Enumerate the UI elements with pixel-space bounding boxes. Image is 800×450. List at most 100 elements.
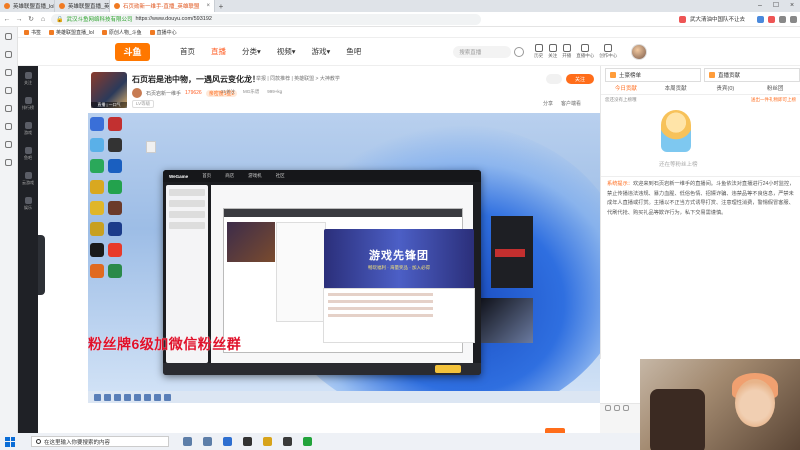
url-text: https://www.douyu.com/593192 [135, 16, 212, 22]
edge-icon[interactable] [223, 437, 232, 446]
bookmark-item[interactable]: 原创人物_斗鱼 [102, 29, 142, 36]
nav-category[interactable]: 分类▾ [242, 46, 261, 57]
sidebar-item-cloud[interactable]: 云游戏 [22, 172, 34, 186]
calendar-icon[interactable] [5, 141, 12, 148]
sidebar-item-game[interactable]: 游戏 [24, 122, 32, 136]
divider [601, 176, 800, 177]
history-icon[interactable] [5, 51, 12, 58]
mascot-caption: 还在等粉丝上榜 [659, 162, 698, 168]
back-icon[interactable]: ← [3, 16, 11, 23]
image-icon[interactable] [614, 405, 620, 411]
main-menu: 首页 直播 分类▾ 视频▾ 游戏▾ 鱼吧 [180, 46, 361, 57]
heart-icon [24, 72, 32, 79]
forward-icon[interactable]: → [15, 16, 23, 23]
browser-tab[interactable]: 英雄联盟直播_lol直播 [0, 0, 55, 12]
app-icon[interactable] [243, 437, 252, 446]
taskbar-icon [134, 393, 141, 401]
chair-shape [650, 389, 705, 450]
nav-game[interactable]: 游戏▾ [312, 46, 331, 57]
task-view-icon[interactable] [183, 437, 192, 446]
bookmark-item[interactable]: 直播中心 [150, 29, 177, 36]
windows-start-icon[interactable] [5, 436, 15, 447]
mascot-illustration [661, 110, 691, 152]
start-live-button[interactable]: 开播 [562, 44, 571, 59]
wegame-start-button [435, 365, 461, 373]
rank-gift-link[interactable]: 送出一件礼物即可上榜 [751, 97, 796, 103]
app-icon[interactable] [283, 437, 292, 446]
minimize-icon[interactable]: – [752, 0, 768, 12]
explorer-icon[interactable] [263, 437, 272, 446]
bookmark-item[interactable]: 书签 [24, 29, 41, 36]
douyu-logo[interactable]: 斗鱼 [115, 42, 150, 61]
live-center-button[interactable]: 直播中心 [576, 44, 594, 59]
sidebar-item-rank[interactable]: 排行榜 [22, 97, 34, 111]
close-tab-icon[interactable]: × [206, 3, 210, 9]
share-button[interactable]: 分享 [543, 100, 553, 107]
video-player[interactable]: WeGame 首页 商店 游戏机 社区 游戏先锋团 畅玩福利 · 海量奖品 · … [88, 113, 600, 403]
streamer-name[interactable]: 石页岩新一维手 [146, 90, 181, 97]
banner-title: 游戏先锋团 [369, 250, 429, 262]
rank-box[interactable]: 土豪榜单 [605, 68, 701, 82]
home-icon[interactable]: ⌂ [39, 16, 47, 23]
room-tags[interactable]: 举报 | 同款推荐 | 英雄联盟 > 大神教学 [256, 75, 340, 82]
list-icon[interactable] [5, 159, 12, 166]
sidebar-item-ent[interactable]: 娱乐 [24, 197, 32, 211]
desktop-icon [90, 243, 104, 257]
streamed-ad-panel [491, 216, 533, 288]
bag-icon[interactable] [5, 123, 12, 130]
desktop-icon [90, 117, 104, 131]
desktop-icon [108, 180, 122, 194]
contribution-box[interactable]: 直播贡献 [704, 68, 800, 82]
taskbar-icon [164, 393, 171, 401]
tab-vip[interactable]: 贵宾(0) [701, 84, 751, 94]
client-button[interactable]: 客户端看 [561, 100, 581, 107]
new-tab-button[interactable]: + [215, 0, 227, 12]
history-button[interactable]: 历史 [534, 44, 543, 59]
search-input[interactable]: 搜索直播 [453, 45, 512, 58]
search-icon[interactable] [5, 69, 12, 76]
lock-icon: 🔒 [56, 16, 64, 23]
wechat-icon[interactable] [303, 437, 312, 446]
sidebar-item-follow[interactable]: 关注 [24, 72, 32, 86]
app-icon[interactable] [203, 437, 212, 446]
emoji-icon[interactable] [605, 405, 611, 411]
follow-button[interactable]: 关注 [566, 74, 594, 84]
desktop-icon [90, 159, 104, 173]
user-avatar[interactable] [631, 43, 648, 60]
bookmark-item[interactable]: 英雄联盟直播_lol [49, 29, 94, 36]
search-icon[interactable] [514, 46, 525, 57]
menu-icon[interactable] [790, 15, 797, 23]
doc-icon[interactable] [5, 87, 12, 94]
nav-home[interactable]: 首页 [180, 46, 195, 57]
star-icon[interactable] [5, 33, 12, 40]
room-thumbnail[interactable]: 直播 | 一口气 [91, 72, 127, 108]
nav-yuba[interactable]: 鱼吧 [346, 46, 361, 57]
reload-icon[interactable]: ↻ [27, 15, 35, 23]
chat-icon[interactable] [5, 105, 12, 112]
weibo-icon[interactable] [678, 15, 686, 23]
tab-label: 英雄联盟直播_lol直播 [13, 4, 54, 10]
collapse-sidebar-button[interactable] [38, 235, 45, 295]
settings-icon[interactable] [623, 405, 629, 411]
tab-fans[interactable]: 粉丝团 [750, 84, 800, 94]
url-field[interactable]: 🔒 武汉斗鱼网络科技有限公司 https://www.douyu.com/593… [51, 13, 481, 25]
tab-today[interactable]: 今日贡献 [601, 84, 651, 94]
download-icon[interactable] [779, 15, 786, 23]
creator-center-button[interactable]: 创作中心 [599, 44, 617, 59]
chat-tools [605, 405, 629, 411]
streamer-avatar[interactable] [132, 88, 142, 98]
tab-week[interactable]: 本周贡献 [651, 84, 701, 94]
close-window-icon[interactable]: × [784, 0, 800, 12]
browser-tab-active[interactable]: 石页勋新一维手-直播_英雄联盟 × [110, 0, 215, 12]
trophy-icon [610, 72, 616, 78]
game-thumbnail [227, 222, 275, 262]
nav-video[interactable]: 视频▾ [277, 46, 296, 57]
extension-icon[interactable] [768, 15, 775, 23]
browser-tab[interactable]: 英雄联盟直播_英雄联盟直播 [55, 0, 110, 12]
windows-search-field[interactable]: 在这里输入你要搜索的内容 [31, 436, 169, 447]
follow-list-button[interactable]: 关注 [548, 44, 557, 59]
nav-live[interactable]: 直播 [211, 46, 226, 57]
sidebar-item-yuba[interactable]: 鱼吧 [24, 147, 32, 161]
maximize-icon[interactable]: ☐ [768, 0, 784, 12]
game-icon[interactable] [757, 15, 764, 23]
